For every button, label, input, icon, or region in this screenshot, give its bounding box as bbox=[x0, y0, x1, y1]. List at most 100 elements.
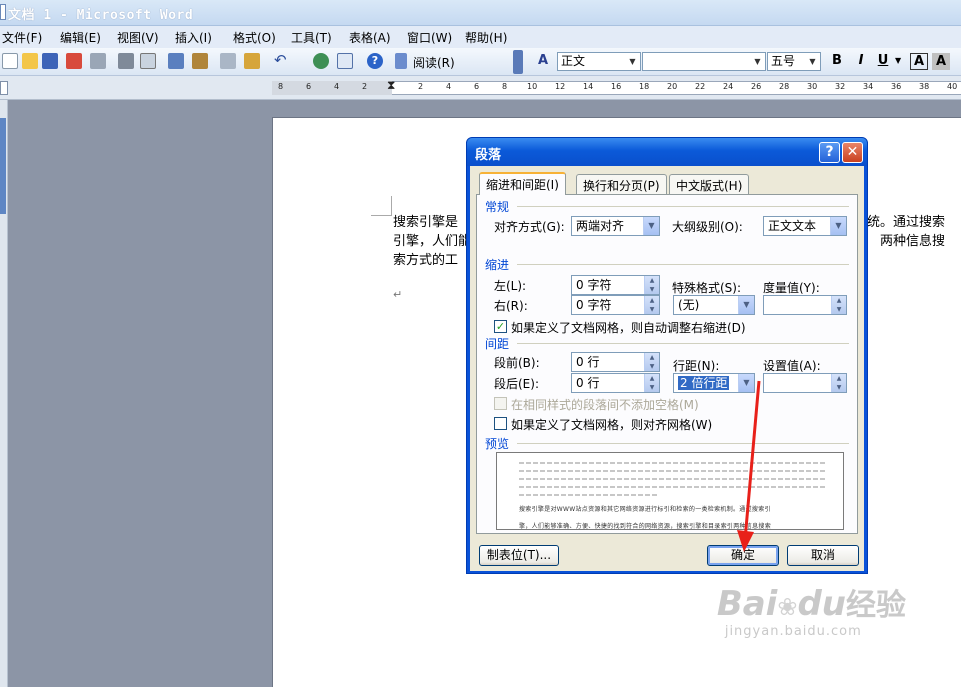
help-button[interactable]: ? bbox=[819, 142, 840, 163]
left-indent-spinner[interactable]: 0 字符 ▲ ▼ bbox=[571, 275, 660, 295]
vertical-ruler-margin bbox=[0, 118, 6, 214]
document-text-line[interactable]: 索方式的工 bbox=[393, 251, 458, 270]
copy-icon[interactable] bbox=[220, 53, 236, 69]
space-after-spinner[interactable]: 0 行 ▲ ▼ bbox=[571, 373, 660, 393]
chevron-down-icon: ▼ bbox=[738, 374, 754, 392]
special-indent-select[interactable]: (无) ▼ bbox=[673, 295, 755, 315]
special-indent-label: 特殊格式(S): bbox=[672, 281, 742, 295]
ok-button[interactable]: 确定 bbox=[707, 545, 779, 566]
line-spacing-select[interactable]: 2 倍行距 ▼ bbox=[673, 373, 755, 393]
space-before-label: 段前(B): bbox=[494, 356, 540, 370]
window-title: 文档 1 - Microsoft Word bbox=[8, 8, 194, 23]
underline-button[interactable]: U bbox=[874, 53, 892, 68]
margin-corner-mark bbox=[371, 215, 391, 216]
toolbar-grip-icon[interactable] bbox=[513, 50, 523, 74]
undo-icon[interactable]: ↶ bbox=[274, 53, 290, 69]
preview-sample-text: 擎，人们能够准确、方便、快捷的找到符合的网络资源，搜索引擎和目录索引两种信息搜索 bbox=[519, 523, 772, 530]
ruler-tick-label: 6 bbox=[306, 82, 312, 91]
document-text-line[interactable]: 引擎，人们能 bbox=[393, 232, 471, 251]
dialog-title: 段落 bbox=[475, 148, 502, 163]
email-icon[interactable] bbox=[90, 53, 106, 69]
chevron-down-icon: ▼ bbox=[738, 296, 754, 314]
tab-asian-typography[interactable]: 中文版式(H) bbox=[669, 174, 750, 194]
snap-to-grid-checkbox[interactable] bbox=[494, 417, 507, 430]
auto-adjust-checkbox[interactable]: ✓ bbox=[494, 320, 507, 333]
tab-line-page-breaks[interactable]: 换行和分页(P) bbox=[576, 174, 667, 194]
right-indent-spinner[interactable]: 0 字符 ▲ ▼ bbox=[571, 295, 660, 315]
menu-tools[interactable]: 工具(T) bbox=[291, 29, 332, 46]
preview-gray-line bbox=[519, 494, 659, 496]
menu-edit[interactable]: 编辑(E) bbox=[60, 29, 101, 46]
print-icon[interactable] bbox=[118, 53, 134, 69]
line-spacing-label: 行距(N): bbox=[673, 359, 720, 373]
dialog-title-bar[interactable]: 段落 ? ✕ bbox=[467, 138, 867, 166]
ruler-tick-label: 10 bbox=[527, 82, 538, 91]
divider bbox=[517, 264, 849, 265]
ruler-tick-label: 20 bbox=[667, 82, 678, 91]
horizontal-ruler[interactable]: 8 6 4 2 ⧗ 2 4 6 8 10 12 14 16 18 20 22 2… bbox=[0, 76, 961, 100]
menu-file[interactable]: 文件(F) bbox=[2, 29, 42, 46]
menu-help[interactable]: 帮助(H) bbox=[465, 29, 507, 46]
ruler-tick-label: 8 bbox=[502, 82, 508, 91]
watermark-url: jingyan.baidu.com bbox=[724, 624, 862, 639]
new-document-icon[interactable] bbox=[2, 53, 18, 69]
read-icon bbox=[395, 53, 407, 69]
space-before-spinner[interactable]: 0 行 ▲ ▼ bbox=[571, 352, 660, 372]
preview-gray-line bbox=[519, 462, 825, 464]
indent-marker-icon[interactable]: ⧗ bbox=[387, 78, 395, 93]
tabs-button[interactable]: 制表位(T)... bbox=[479, 545, 559, 566]
menu-window[interactable]: 窗口(W) bbox=[407, 29, 452, 46]
tab-indents-spacing[interactable]: 缩进和间距(I) bbox=[479, 172, 566, 195]
cancel-button[interactable]: 取消 bbox=[787, 545, 859, 566]
font-color-button[interactable]: A bbox=[910, 53, 928, 70]
left-indent-label: 左(L): bbox=[494, 279, 527, 293]
ruler-tick-label: 14 bbox=[583, 82, 594, 91]
alignment-select[interactable]: 两端对齐 ▼ bbox=[571, 216, 660, 236]
open-folder-icon[interactable] bbox=[22, 53, 38, 69]
paste-icon[interactable] bbox=[244, 53, 260, 69]
bold-button[interactable]: B bbox=[828, 53, 846, 68]
spinner-arrows-icon: ▲ ▼ bbox=[644, 296, 659, 314]
vertical-ruler[interactable] bbox=[0, 100, 8, 687]
table-icon[interactable] bbox=[337, 53, 353, 69]
spelling-icon[interactable] bbox=[168, 53, 184, 69]
close-button[interactable]: ✕ bbox=[842, 142, 863, 163]
styles-formatting-icon[interactable]: A bbox=[538, 53, 554, 69]
menu-view[interactable]: 视图(V) bbox=[117, 29, 159, 46]
menu-table[interactable]: 表格(A) bbox=[349, 29, 391, 46]
chevron-down-icon[interactable]: ▼ bbox=[895, 56, 901, 65]
document-text-line[interactable]: 统。通过搜索 bbox=[867, 213, 945, 232]
preview-gray-line bbox=[519, 486, 825, 488]
chevron-down-icon: ▼ bbox=[643, 217, 659, 235]
print-preview-icon[interactable] bbox=[140, 53, 156, 69]
document-text-line[interactable]: 两种信息搜 bbox=[880, 232, 945, 251]
spinner-arrows-icon: ▲ ▼ bbox=[644, 374, 659, 392]
read-button[interactable]: 阅读(R) bbox=[413, 54, 455, 71]
ruler-tick-label: 28 bbox=[779, 82, 790, 91]
outline-level-select[interactable]: 正文文本 ▼ bbox=[763, 216, 847, 236]
ruler-tick-label: 4 bbox=[334, 82, 340, 91]
research-icon[interactable] bbox=[192, 53, 208, 69]
permission-icon[interactable] bbox=[66, 53, 82, 69]
hyperlink-icon[interactable] bbox=[313, 53, 329, 69]
no-space-same-style-checkbox[interactable] bbox=[494, 397, 507, 410]
font-combo[interactable]: ▼ bbox=[642, 52, 766, 71]
tab-selector[interactable] bbox=[0, 81, 8, 95]
line-spacing-at-spinner[interactable]: ▲ ▼ bbox=[763, 373, 847, 393]
line-spacing-at-label: 设置值(A): bbox=[763, 359, 821, 373]
ruler-tick-label: 16 bbox=[611, 82, 622, 91]
no-space-same-style-label: 在相同样式的段落间不添加空格(M) bbox=[511, 398, 699, 412]
font-size-combo[interactable]: 五号 ▼ bbox=[767, 52, 821, 71]
menu-insert[interactable]: 插入(I) bbox=[175, 29, 212, 46]
indent-by-label: 度量值(Y): bbox=[763, 281, 820, 295]
menu-format[interactable]: 格式(O) bbox=[233, 29, 276, 46]
divider bbox=[517, 206, 849, 207]
save-icon[interactable] bbox=[42, 53, 58, 69]
style-combo[interactable]: 正文 ▼ bbox=[557, 52, 641, 71]
indent-by-spinner[interactable]: ▲ ▼ bbox=[763, 295, 847, 315]
help-icon[interactable]: ? bbox=[367, 53, 383, 69]
document-text-line[interactable]: 搜索引擎是 bbox=[393, 213, 458, 232]
character-shading-button[interactable]: A bbox=[932, 53, 950, 70]
italic-button[interactable]: I bbox=[852, 53, 870, 68]
right-indent-label: 右(R): bbox=[494, 299, 528, 313]
